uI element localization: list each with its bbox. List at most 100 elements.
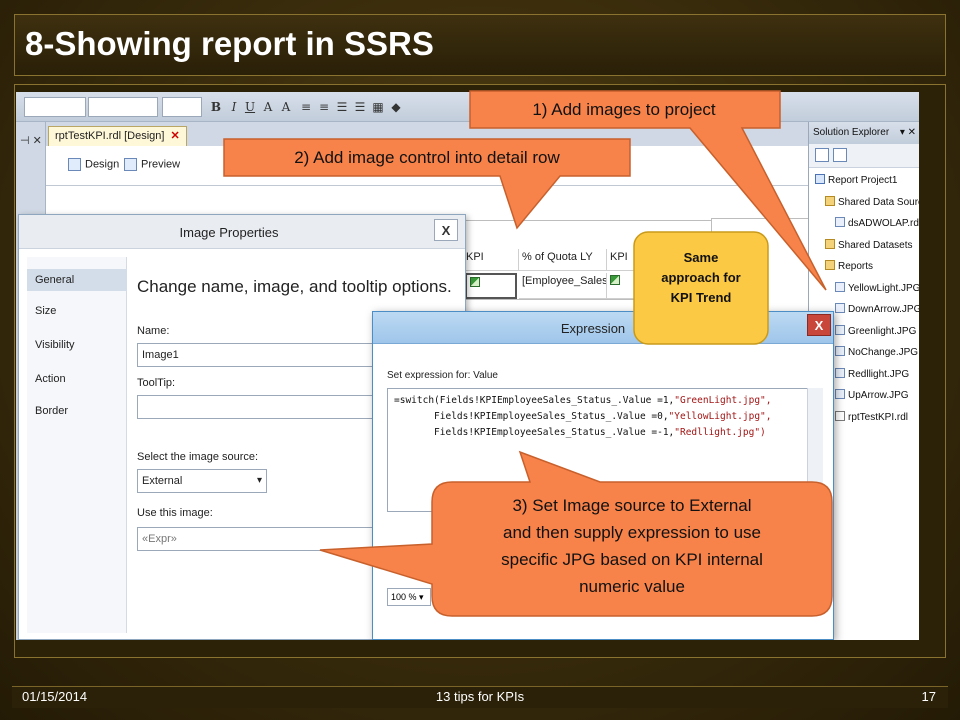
bold-icon[interactable]: B: [208, 98, 224, 116]
underline-icon[interactable]: U: [242, 98, 258, 116]
footer-title: 13 tips for KPIs: [435, 689, 525, 704]
solution-explorer-title: Solution Explorer: [813, 127, 890, 138]
tree-item-label: Greenlight.JPG: [848, 325, 917, 337]
file-icon: [835, 346, 845, 356]
tree-item[interactable]: rptTestKPI.rdl: [835, 410, 909, 425]
callout-add-images: 1) Add images to project: [532, 100, 716, 119]
tree-item[interactable]: YellowLight.JPG: [835, 281, 919, 296]
image-source-label: Select the image source:: [137, 451, 259, 463]
image-source-select[interactable]: External ▾: [137, 469, 267, 493]
name-input[interactable]: Image1: [137, 343, 377, 367]
document-tab[interactable]: rptTestKPI.rdl [Design] ✕: [48, 126, 187, 146]
preview-tab-label: Preview: [141, 158, 181, 171]
highlight-icon[interactable]: A: [278, 98, 294, 116]
nav-visibility[interactable]: Visibility: [35, 339, 75, 351]
code-expr-1: =switch(Fields!KPIEmployeeSales_Status_.…: [394, 395, 675, 406]
tablix-header-quota[interactable]: % of Quota LY: [519, 249, 607, 271]
numbering-icon[interactable]: ☰: [352, 98, 368, 116]
show-all-files-icon[interactable]: [833, 148, 847, 162]
code-str-2: "YellowLight.jpg",: [668, 411, 772, 422]
tree-item-label: YellowLight.JPG: [848, 282, 919, 294]
close-button[interactable]: X: [434, 219, 458, 241]
nav-size[interactable]: Size: [35, 305, 56, 317]
slide-title: 8-Showing report in SSRS: [25, 25, 434, 62]
design-tab[interactable]: Design: [68, 158, 119, 171]
tree-item[interactable]: UpArrow.JPG: [835, 389, 909, 403]
rdl-icon: [835, 410, 845, 421]
callout-add-image-control: 2) Add image control into detail row: [294, 148, 560, 167]
project-icon: [815, 174, 825, 184]
font-color-icon[interactable]: A: [260, 98, 276, 116]
tree-item-label: Reports: [838, 261, 874, 272]
file-icon: [835, 367, 845, 378]
align-left-icon[interactable]: ≡: [298, 98, 314, 116]
use-image-input[interactable]: «Expr»: [137, 527, 377, 551]
footer-page-number: 17: [921, 689, 936, 704]
use-image-label: Use this image:: [137, 507, 213, 519]
code-expr-2: Fields!KPIEmployeeSales_Status_.Value =0…: [394, 411, 669, 422]
style-combo[interactable]: [24, 97, 86, 117]
tree-item[interactable]: Reports: [825, 260, 873, 274]
tree-item[interactable]: Redllight.JPG: [835, 367, 910, 382]
close-tab-icon[interactable]: ✕: [170, 130, 179, 142]
expression-title: Expression: [560, 321, 626, 336]
document-tab-label: rptTestKPI.rdl [Design]: [55, 130, 165, 142]
tablix-cell-employee-sales[interactable]: [Employee_Sales_: [519, 273, 607, 299]
folder-icon: [825, 260, 835, 270]
image-control-cell[interactable]: [465, 273, 517, 299]
properties-icon[interactable]: [815, 148, 829, 162]
tree-item[interactable]: dsADWOLAP.rds: [835, 217, 919, 231]
design-icon: [68, 158, 81, 171]
zoom-value: 100 %: [391, 592, 417, 602]
slide-footer: 01/15/2014 13 tips for KPIs 17: [12, 686, 948, 708]
tree-item-label: dsADWOLAP.rds: [848, 218, 919, 229]
tree-item-label: Shared Data Sources: [838, 196, 919, 208]
tree-item-label: Report Project1: [828, 175, 898, 186]
nav-border[interactable]: Border: [35, 405, 68, 417]
tree-item[interactable]: DownArrow.JPG: [835, 303, 919, 317]
callout-3-line-2: and then supply expression to use: [502, 523, 761, 542]
properties-heading: Change name, image, and tooltip options.: [137, 277, 452, 296]
callout-4-line-2: approach for: [661, 270, 741, 285]
tablix-header-kpi[interactable]: KPI: [463, 249, 519, 271]
tooltip-label: ToolTip:: [137, 377, 176, 389]
tree-item[interactable]: Shared Datasets: [825, 238, 913, 253]
expression-close-button[interactable]: X: [807, 314, 831, 336]
border-icon[interactable]: ▦: [370, 98, 386, 116]
pin-icon[interactable]: ⊣ ✕: [20, 134, 42, 147]
nav-action[interactable]: Action: [35, 373, 66, 385]
tooltip-input[interactable]: [137, 395, 377, 419]
preview-tab[interactable]: Preview: [124, 158, 180, 171]
callout-3-line-4: numeric value: [579, 577, 685, 596]
tree-item-label: Redllight.JPG: [848, 368, 910, 380]
italic-icon[interactable]: I: [226, 98, 242, 116]
zoom-select[interactable]: 100 % ▾: [387, 588, 431, 606]
image-source-value: External: [142, 475, 183, 487]
bullets-icon[interactable]: ☰: [334, 98, 350, 116]
tree-item[interactable]: Report Project1: [815, 174, 897, 188]
nav-general[interactable]: General: [27, 269, 127, 291]
file-icon: [835, 389, 845, 399]
code-line-3: Fields!KPIEmployeeSales_Status_.Value =-…: [394, 427, 766, 438]
callout-4-line-3: KPI Trend: [670, 290, 732, 305]
code-str-1: "GreenLight.jpg",: [674, 395, 772, 406]
solution-explorer-toolbar: [809, 144, 919, 168]
tree-item-label: NoChange.JPG: [848, 347, 919, 358]
file-icon: [835, 281, 845, 292]
font-combo[interactable]: [88, 97, 158, 117]
pin-icon[interactable]: ▾ ✕: [900, 122, 916, 144]
tree-item[interactable]: Greenlight.JPG: [835, 324, 917, 339]
folder-icon: [825, 238, 835, 249]
size-combo[interactable]: [162, 97, 202, 117]
file-icon: [835, 303, 845, 313]
file-icon: [835, 324, 845, 335]
code-expr-3: Fields!KPIEmployeeSales_Status_.Value =-…: [394, 427, 675, 438]
callout-kpi-trend: Same approach for KPI Trend: [634, 240, 768, 320]
align-center-icon[interactable]: ≡: [316, 98, 332, 116]
tree-item-label: rptTestKPI.rdl: [848, 411, 909, 423]
preview-icon: [124, 158, 137, 171]
tree-item[interactable]: NoChange.JPG: [835, 346, 918, 360]
fill-icon[interactable]: ◆: [388, 98, 404, 116]
expression-label: Set expression for: Value: [387, 370, 498, 381]
tree-item[interactable]: Shared Data Sources: [825, 195, 919, 210]
